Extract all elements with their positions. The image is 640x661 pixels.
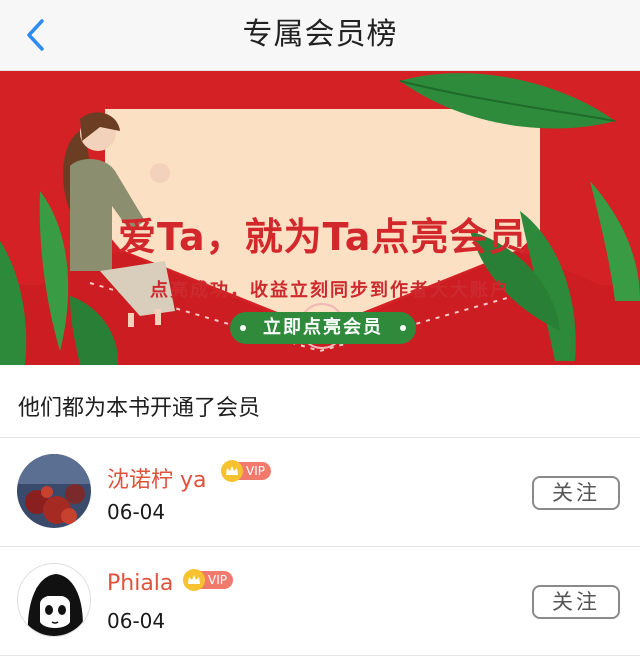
avatar[interactable]	[17, 454, 91, 528]
vip-badge: VIP	[183, 569, 233, 591]
light-up-membership-label: 立即点亮会员	[263, 317, 383, 338]
member-row[interactable]: Phiala VIP 06-04 关注	[0, 547, 640, 655]
avatar[interactable]	[17, 563, 91, 637]
section-title: 他们都为本书开通了会员	[18, 396, 261, 421]
member-name[interactable]: Phiala	[107, 571, 173, 596]
navigation-bar: 专属会员榜	[0, 0, 640, 71]
banner-headline: 爱Ta，就为Ta点亮会员	[118, 215, 528, 259]
vip-badge: VIP	[221, 460, 271, 482]
divider	[0, 655, 640, 656]
crown-icon	[183, 569, 205, 591]
follow-button[interactable]: 关注	[532, 585, 620, 619]
follow-button[interactable]: 关注	[532, 476, 620, 510]
member-date: 06-04	[107, 500, 166, 524]
promo-banner[interactable]: 爱Ta，就为Ta点亮会员 点亮成功，收益立刻同步到作者大大账户 立即点亮会员	[0, 71, 640, 365]
member-name[interactable]: 沈诺柠 ya	[107, 462, 207, 494]
page-title: 专属会员榜	[242, 17, 398, 52]
member-row[interactable]: 沈诺柠 ya VIP 06-04 关注	[0, 438, 640, 546]
member-date: 06-04	[107, 609, 166, 633]
light-up-membership-button[interactable]: 立即点亮会员	[230, 312, 416, 344]
banner-subtitle: 点亮成功，收益立刻同步到作者大大账户	[150, 280, 510, 301]
decor-dot	[240, 325, 246, 331]
decor-dot	[400, 325, 406, 331]
crown-icon	[221, 460, 243, 482]
